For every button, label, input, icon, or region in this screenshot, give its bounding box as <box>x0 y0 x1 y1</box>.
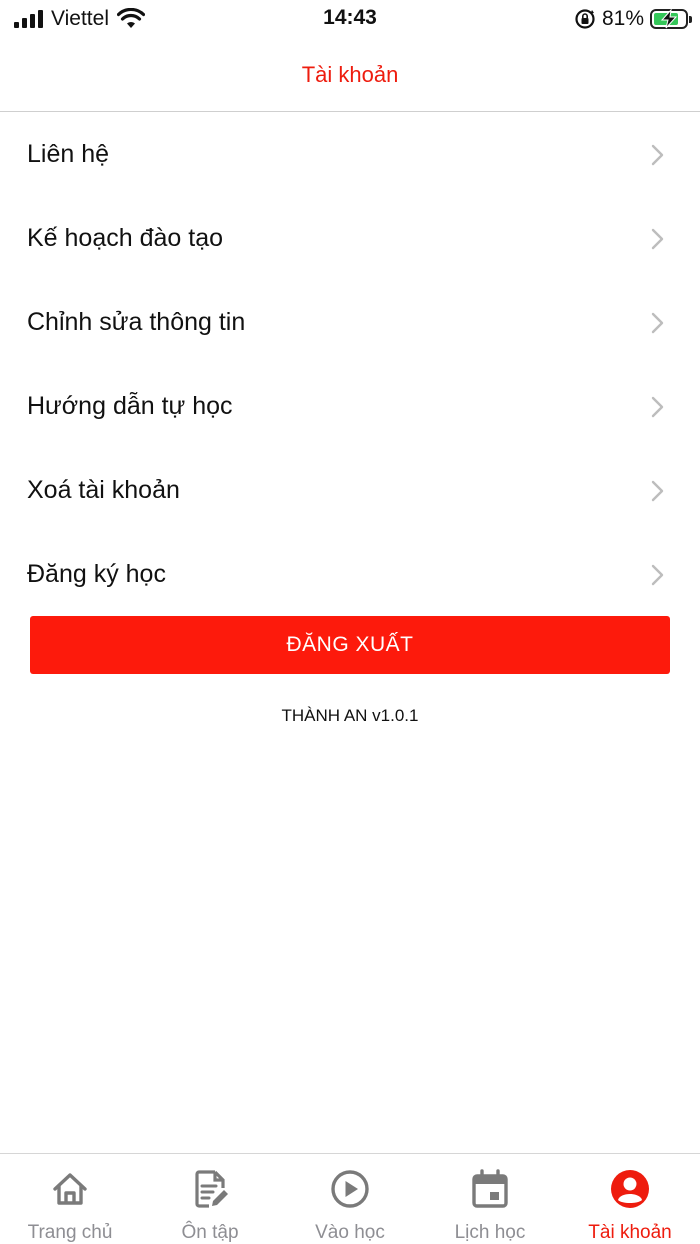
menu-item-delete-account[interactable]: Xoá tài khoản <box>0 448 700 532</box>
calendar-icon <box>472 1169 508 1208</box>
logout-button[interactable]: ĐĂNG XUẤT <box>30 616 670 674</box>
tab-account[interactable]: Tài khoản <box>560 1154 700 1244</box>
tab-label: Trang chủ <box>27 1222 113 1243</box>
menu-item-label: Kế hoạch đào tạo <box>27 223 223 252</box>
chevron-right-icon <box>651 564 664 586</box>
account-menu: Liên hệ Kế hoạch đào tạo Chỉnh sửa thông… <box>0 112 700 616</box>
menu-item-label: Chỉnh sửa thông tin <box>27 307 246 336</box>
orientation-lock-icon <box>575 9 595 29</box>
header-bar: Tài khoản <box>0 40 700 112</box>
play-circle-icon <box>331 1170 369 1208</box>
battery-percent: 81% <box>601 7 644 30</box>
battery-icon <box>650 9 692 29</box>
chevron-right-icon <box>651 144 664 166</box>
menu-item-label: Xoá tài khoản <box>27 475 180 504</box>
charging-bolt-icon <box>660 9 678 29</box>
tab-label: Vào học <box>315 1222 385 1243</box>
menu-item-self-study-guide[interactable]: Hướng dẫn tự học <box>0 364 700 448</box>
menu-item-label: Đăng ký học <box>27 559 166 588</box>
tab-label: Ôn tập <box>181 1222 239 1243</box>
chevron-right-icon <box>651 228 664 250</box>
menu-item-training-plan[interactable]: Kế hoạch đào tạo <box>0 196 700 280</box>
app-version: THÀNH AN v1.0.1 <box>281 706 419 725</box>
menu-item-label: Liên hệ <box>27 139 110 168</box>
home-icon <box>53 1173 87 1205</box>
chevron-right-icon <box>651 396 664 418</box>
tab-label: Lịch học <box>454 1222 526 1243</box>
menu-item-contact[interactable]: Liên hệ <box>0 112 700 196</box>
tab-home[interactable]: Trang chủ <box>0 1154 140 1244</box>
menu-item-edit-info[interactable]: Chỉnh sửa thông tin <box>0 280 700 364</box>
page-title: Tài khoản <box>301 62 399 87</box>
tab-label: Tài khoản <box>588 1222 672 1243</box>
status-right: 81% <box>574 6 692 32</box>
account-circle-icon <box>611 1170 649 1208</box>
menu-item-course-registration[interactable]: Đăng ký học <box>0 532 700 616</box>
chevron-right-icon <box>651 312 664 334</box>
tab-review[interactable]: Ôn tập <box>140 1154 280 1244</box>
note-edit-icon <box>195 1170 228 1208</box>
menu-item-label: Hướng dẫn tự học <box>27 391 233 420</box>
status-bar: Viettel 14:43 81% <box>0 0 700 40</box>
tab-join-class[interactable]: Vào học <box>280 1154 420 1244</box>
tab-schedule[interactable]: Lịch học <box>420 1154 560 1244</box>
bottom-tab-bar: Trang chủ Ôn tập Vào học Lịch học Tài kh… <box>0 1153 700 1244</box>
chevron-right-icon <box>651 480 664 502</box>
